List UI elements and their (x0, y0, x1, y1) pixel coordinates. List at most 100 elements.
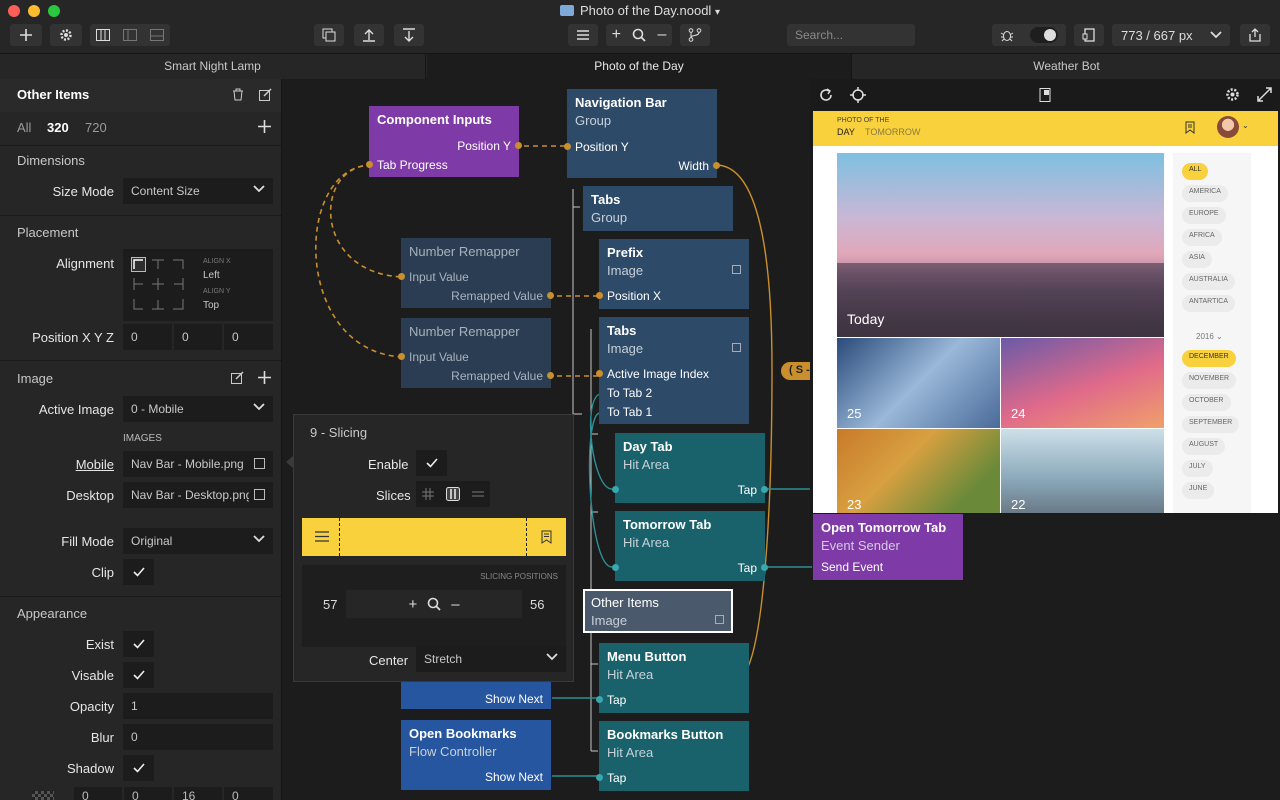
output-port[interactable] (713, 162, 720, 169)
share-button[interactable] (1240, 24, 1270, 46)
image-slice-icon[interactable] (254, 458, 265, 469)
filter-all[interactable]: All (17, 120, 31, 135)
filter-chip[interactable]: AUSTRALIA (1182, 273, 1235, 290)
plus-icon[interactable] (258, 371, 271, 384)
output-port[interactable] (761, 486, 768, 493)
columns-icon[interactable] (96, 29, 111, 41)
clip-checkbox[interactable] (123, 559, 154, 585)
slice-right-value[interactable]: 56 (530, 597, 544, 612)
node-other-items-selected[interactable]: Other Items Image (583, 589, 733, 633)
output-port[interactable] (547, 372, 554, 379)
hero-photo[interactable]: Today (837, 153, 1164, 337)
visable-checkbox[interactable] (123, 662, 154, 688)
slice-guide-left[interactable] (339, 518, 340, 556)
output-port[interactable] (761, 564, 768, 571)
tab-photo-of-the-day[interactable]: Photo of the Day (427, 54, 852, 79)
output-port[interactable] (547, 292, 554, 299)
image-slice-icon[interactable] (254, 489, 265, 500)
active-image-select[interactable]: 0 - Mobile (123, 396, 273, 422)
expand-icon[interactable] (1257, 87, 1272, 102)
layout-toggle[interactable] (90, 24, 170, 46)
shadow-checkbox[interactable] (123, 755, 154, 781)
slices-mode-toggle[interactable] (416, 481, 490, 507)
import-button[interactable] (394, 24, 424, 46)
trash-icon[interactable] (232, 88, 244, 101)
alignment-grid-icon[interactable] (131, 257, 187, 313)
filter-chip[interactable]: EUROPE (1182, 207, 1226, 224)
output-port[interactable] (596, 696, 603, 703)
month-chip[interactable]: JULY (1182, 460, 1213, 477)
enable-checkbox[interactable] (416, 450, 447, 476)
chevron-down-icon[interactable]: ⌄ (1242, 121, 1249, 130)
zoom-out-icon[interactable]: – (451, 596, 459, 613)
alignment-control[interactable]: ALIGN X Left ALIGN Y Top (123, 249, 273, 321)
tab-tomorrow[interactable]: TOMORROW (865, 127, 920, 137)
year-select[interactable]: 2016 ⌄ (1196, 332, 1223, 341)
desktop-image-field[interactable]: Nav Bar - Desktop.png (123, 482, 273, 508)
filter-chip[interactable]: AFRICA (1182, 229, 1222, 246)
fill-mode-select[interactable]: Original (123, 528, 273, 554)
edit-icon[interactable] (259, 88, 272, 101)
add-button[interactable] (10, 24, 42, 46)
month-chip[interactable]: NOVEMBER (1182, 372, 1237, 389)
node-navigation-bar[interactable]: Navigation Bar Group Position Y Width (564, 89, 720, 178)
zoom-in-icon[interactable]: + (612, 26, 621, 44)
month-chip[interactable]: OCTOBER (1182, 394, 1231, 411)
export-button[interactable] (354, 24, 384, 46)
node-prefix-image[interactable]: Prefix Image Position X (596, 239, 749, 309)
filter-720[interactable]: 720 (85, 120, 107, 135)
viewport-size-select[interactable]: 773 / 667 px (1112, 24, 1230, 46)
position-z-input[interactable]: 0 (224, 324, 273, 350)
tab-day[interactable]: DAY (837, 127, 855, 137)
edit-icon[interactable] (231, 371, 244, 384)
output-port[interactable] (366, 161, 373, 168)
filter-chip[interactable]: AMERICA (1182, 185, 1228, 202)
zoom-in-icon[interactable]: + (408, 596, 417, 613)
node-number-remapper-2[interactable]: Number Remapper Input Value Remapped Val… (398, 318, 554, 388)
output-port[interactable] (515, 142, 522, 149)
filter-320[interactable]: 320 (47, 120, 69, 135)
shadow-x-input[interactable]: 0 (74, 787, 122, 800)
month-chip[interactable]: JUNE (1182, 482, 1215, 499)
shadow-color-swatch[interactable] (32, 791, 54, 800)
node-open-tomorrow-tab[interactable]: Open Tomorrow Tab Event Sender Send Even… (813, 514, 963, 580)
horizontal-slices-icon[interactable] (472, 488, 484, 500)
gear-icon[interactable] (1225, 87, 1240, 102)
input-port[interactable] (596, 292, 603, 299)
duplicate-button[interactable] (314, 24, 344, 46)
filter-chip[interactable]: ASIA (1182, 251, 1212, 268)
slice-preview[interactable] (302, 518, 566, 556)
node-day-tab[interactable]: Day Tab Hit Area Tap (612, 433, 768, 503)
document-title[interactable]: Photo of the Day.noodl ▾ (0, 3, 1280, 18)
input-port[interactable] (398, 273, 405, 280)
input-port[interactable] (596, 370, 603, 377)
shadow-spread-input[interactable]: 0 (224, 787, 273, 800)
input-port[interactable] (398, 353, 405, 360)
refresh-icon[interactable] (819, 88, 833, 102)
plus-icon[interactable] (258, 120, 271, 133)
photo-tile[interactable]: 24 (1001, 338, 1164, 428)
slice-guide-right[interactable] (526, 518, 527, 556)
tab-weather-bot[interactable]: Weather Bot (853, 54, 1280, 79)
magnifier-icon[interactable] (632, 28, 646, 42)
mobile-image-field[interactable]: Nav Bar - Mobile.png (123, 451, 273, 477)
photo-tile[interactable]: 25 (837, 338, 1000, 428)
visibility-icon[interactable] (715, 615, 724, 624)
split-left-icon[interactable] (122, 29, 137, 41)
input-port[interactable] (612, 486, 619, 493)
zoom-controls[interactable]: + – (606, 24, 672, 46)
opacity-input[interactable]: 1 (123, 693, 273, 719)
toggle-switch[interactable] (1030, 27, 1058, 43)
node-tabs-group[interactable]: Tabs Group (583, 186, 733, 231)
month-chip[interactable]: AUGUST (1182, 438, 1226, 455)
exist-checkbox[interactable] (123, 631, 154, 657)
device-frame-icon[interactable] (1038, 88, 1052, 102)
position-x-input[interactable]: 0 (123, 324, 172, 350)
month-chip[interactable]: DECEMBER (1182, 350, 1236, 367)
input-port[interactable] (564, 143, 571, 150)
photo-tile[interactable]: 22 (1001, 429, 1164, 513)
node-bookmarks-button[interactable]: Bookmarks Button Hit Area Tap (596, 721, 749, 791)
avatar[interactable] (1217, 116, 1239, 138)
visibility-icon[interactable] (732, 343, 741, 352)
filter-chip[interactable]: ANTARTICA (1182, 295, 1236, 312)
